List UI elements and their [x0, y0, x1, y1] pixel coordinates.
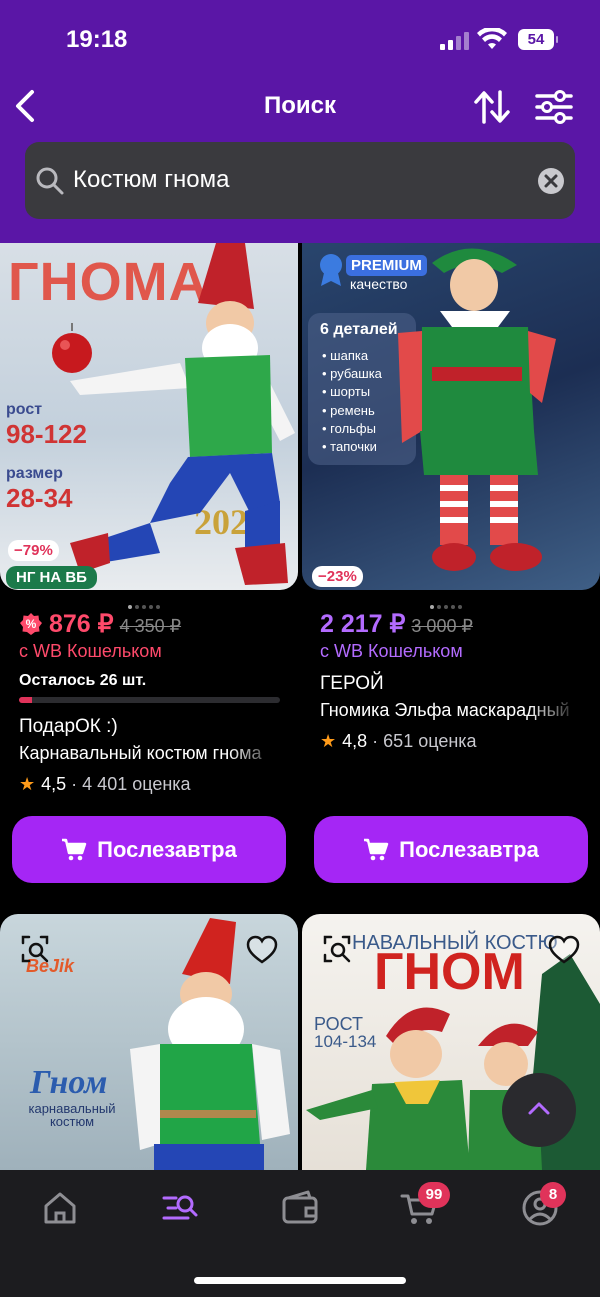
price: 876 ₽4 350 ₽: [49, 609, 181, 639]
stock-bar: [19, 697, 280, 703]
wallet-note: с WB Кошельком: [320, 641, 463, 661]
gnome-costume-illustration: [70, 243, 295, 585]
profile-count-badge: 8: [540, 1182, 566, 1208]
detail-item: • шапка: [322, 348, 369, 363]
rating: ★ 4,8 · 651 оценка: [320, 731, 477, 751]
stock-text: Осталось 26 шт.: [19, 672, 147, 689]
discount-badge: −79%: [8, 540, 59, 561]
medal-icon: [320, 254, 342, 286]
favorite-heart-icon[interactable]: [246, 935, 278, 965]
header-bar: 19:18 54 Поиск: [0, 0, 600, 243]
elf-costume-illustration: [398, 248, 556, 571]
clear-icon[interactable]: [538, 168, 564, 194]
wallet-discount-icon: %: [20, 613, 42, 635]
discount-badge: −23%: [312, 566, 363, 587]
filter-icon[interactable]: [534, 88, 574, 126]
rating: ★ 4,5 · 4 401 оценка: [19, 774, 191, 794]
chevron-up-icon: [528, 1102, 550, 1115]
promo-badge: НГ НА ВБ: [6, 566, 97, 589]
button-label: Послезавтра: [97, 836, 237, 862]
scroll-to-top-button[interactable]: [502, 1073, 576, 1147]
image-search-icon[interactable]: [322, 934, 352, 964]
price: 2 217 ₽3 000 ₽: [320, 609, 473, 639]
promo-subtitle: карнавальный костюм: [28, 1101, 116, 1129]
product-image[interactable]: ГНОМА рост 98-122 размер 28-34 2025 −79%: [0, 243, 298, 590]
button-label: Послезавтра: [399, 836, 539, 862]
star-icon: ★: [320, 731, 337, 751]
current-price: 2 217 ₽: [320, 610, 406, 638]
home-icon[interactable]: [38, 1186, 82, 1230]
promo-title: Гном: [30, 1064, 108, 1101]
current-price: 876 ₽: [49, 610, 114, 638]
height-label: рост: [6, 401, 43, 418]
brand-name[interactable]: ПодарОК :): [19, 716, 118, 738]
cart-icon: [62, 838, 87, 860]
favorite-heart-icon[interactable]: [548, 935, 580, 965]
svg-text:%: %: [26, 617, 37, 631]
product-name[interactable]: Гномика Эльфа маскарадный: [320, 700, 580, 721]
home-indicator: [194, 1277, 406, 1284]
search-icon: [36, 167, 64, 195]
cellular-signal-icon: [440, 30, 470, 50]
wallet-icon[interactable]: [278, 1186, 322, 1230]
detail-item: • рубашка: [322, 366, 382, 382]
add-to-cart-button[interactable]: Послезавтра: [314, 816, 588, 883]
old-price: 3 000 ₽: [411, 616, 473, 636]
product-name[interactable]: Карнавальный костюм гнома: [19, 743, 281, 764]
cart-count-badge: 99: [418, 1182, 450, 1208]
battery-icon: 54: [518, 29, 558, 50]
catalog-search-icon[interactable]: [158, 1186, 202, 1230]
detail-item: • тапочки: [322, 439, 377, 455]
stock-bar-fill: [19, 697, 33, 703]
search-bar: [25, 142, 575, 219]
detail-item: • ремень: [322, 402, 375, 418]
detail-item: • шорты: [322, 384, 371, 400]
carousel-dots: [128, 596, 188, 609]
details-list: • шапка • рубашка • шорты • ремень • гол…: [322, 347, 382, 456]
details-title: 6 деталей: [320, 321, 398, 338]
cart-icon: [364, 838, 389, 860]
status-time: 19:18: [66, 26, 128, 53]
detail-item: • гольфы: [322, 420, 376, 436]
old-price: 4 350 ₽: [119, 616, 182, 636]
product-image[interactable]: PREMIUM качество 6 деталей • шапка • руб…: [302, 243, 600, 590]
carousel-dots: [430, 596, 490, 609]
wifi-icon: [477, 28, 507, 49]
search-input[interactable]: [73, 158, 523, 202]
sort-icon[interactable]: [472, 88, 512, 126]
wallet-note: с WB Кошельком: [19, 641, 162, 661]
brand-name[interactable]: ГЕРОЙ: [320, 673, 384, 695]
image-search-icon[interactable]: [20, 934, 50, 964]
star-icon: ★: [19, 774, 36, 794]
add-to-cart-button[interactable]: Послезавтра: [12, 816, 286, 883]
